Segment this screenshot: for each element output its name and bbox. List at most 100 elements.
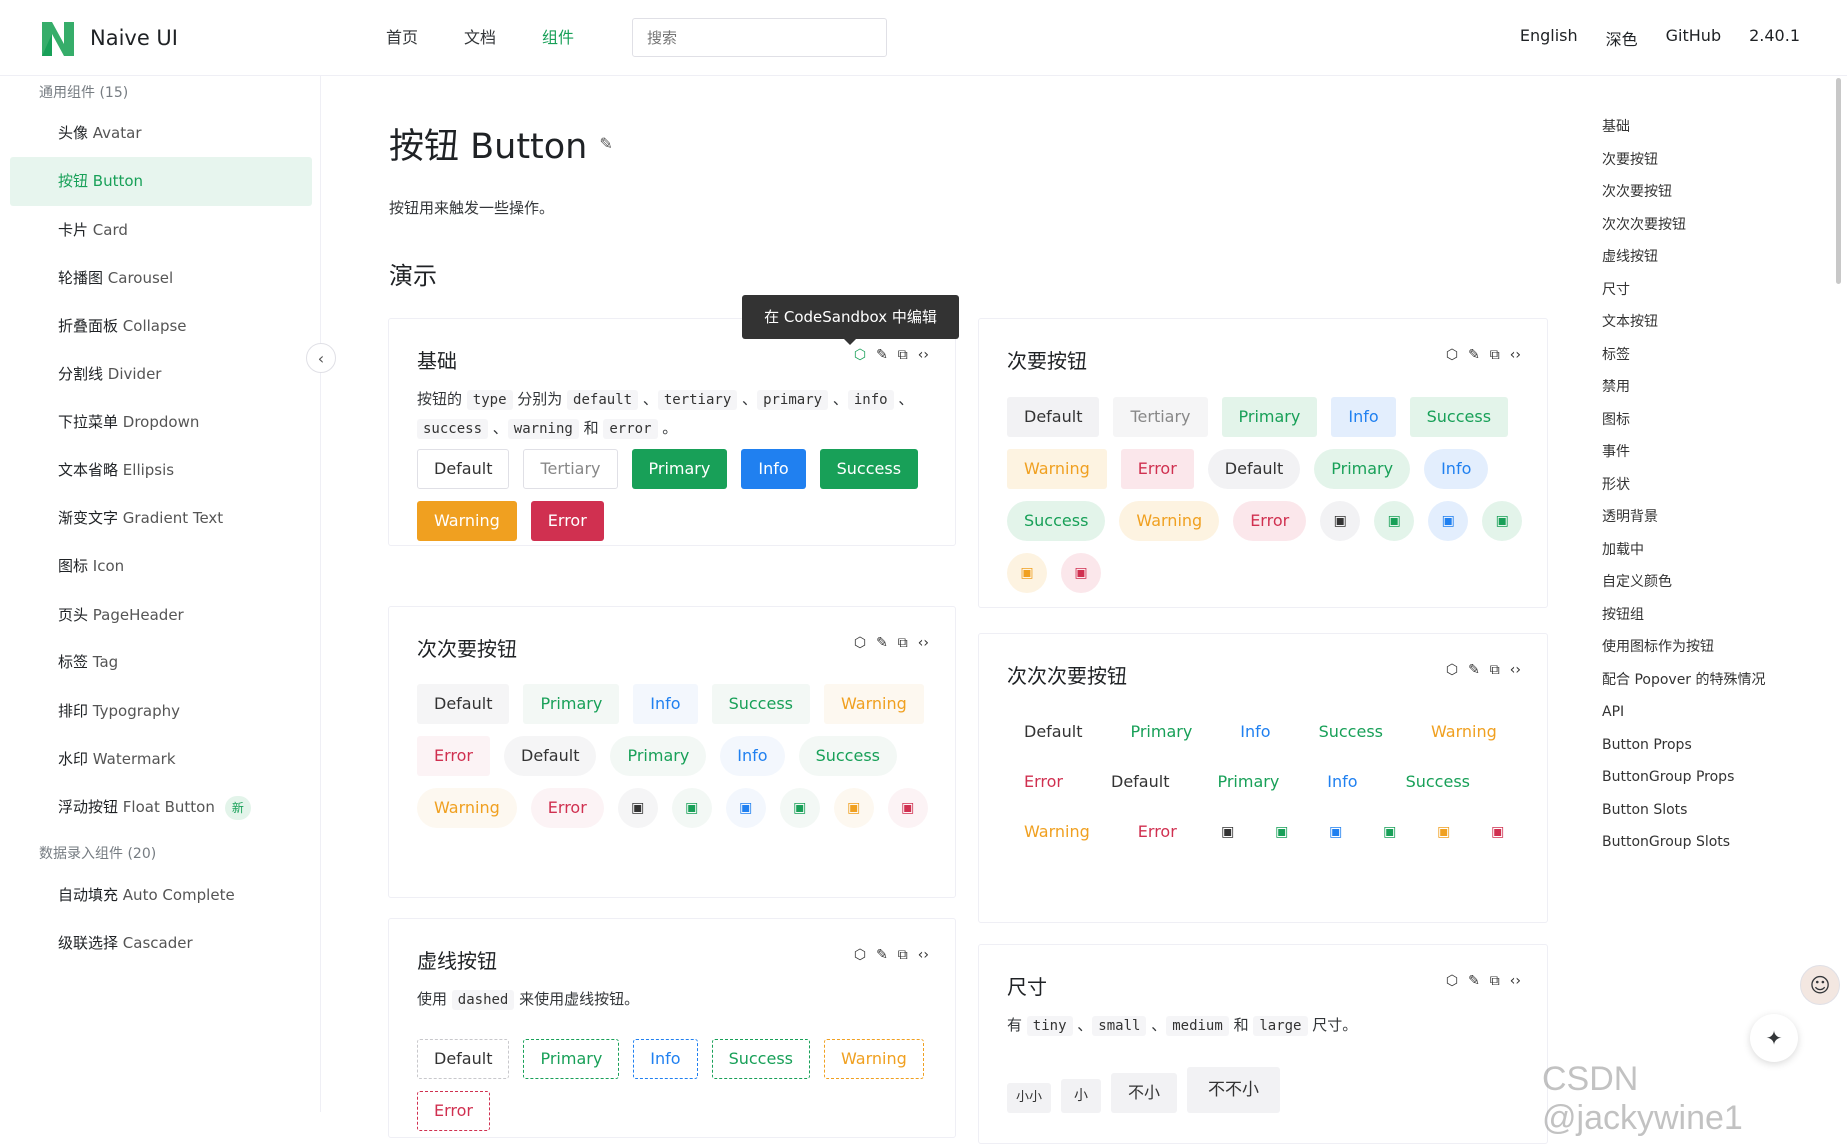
info-button[interactable]: Info (633, 684, 698, 724)
language-switch[interactable]: English (1520, 26, 1578, 50)
cube-icon[interactable]: ⬡ (1446, 662, 1458, 678)
warning-round-button[interactable]: Warning (1007, 812, 1107, 852)
error-button[interactable]: Error (1120, 449, 1194, 489)
tiny-button[interactable]: 小小 (1007, 1083, 1052, 1113)
sidebar-collapse-button[interactable]: ‹ (306, 343, 336, 373)
cash-icon[interactable]: ▣ (1320, 501, 1361, 541)
default-dashed-button[interactable]: Default (417, 1039, 510, 1079)
toc-item[interactable]: 加载中 (1602, 537, 1766, 570)
sidebar-item-float-button[interactable]: 浮动按钮 Float Button 新 (10, 783, 312, 832)
sidebar-item-collapse[interactable]: 折叠面板 Collapse (10, 302, 312, 351)
sidebar-item-ellipsis[interactable]: 文本省略 Ellipsis (10, 446, 312, 495)
info-round-button[interactable]: Info (720, 736, 785, 776)
code-icon[interactable]: ‹› (918, 635, 929, 651)
default-button[interactable]: Default (1007, 397, 1100, 437)
warning-button[interactable]: Warning (417, 501, 517, 541)
error-button[interactable]: Error (1007, 762, 1080, 802)
toc-item[interactable]: 文本按钮 (1602, 309, 1766, 342)
success-round-button[interactable]: Success (798, 736, 897, 776)
primary-round-button[interactable]: Primary (610, 736, 707, 776)
tertiary-button[interactable]: Tertiary (523, 449, 618, 489)
success-round-button[interactable]: Success (1389, 762, 1487, 802)
cash-icon[interactable]: ▣ (617, 788, 658, 828)
sidebar-item-avatar[interactable]: 头像 Avatar (10, 109, 312, 158)
code-icon[interactable]: ‹› (1510, 347, 1521, 363)
toc-item[interactable]: 虚线按钮 (1602, 244, 1766, 277)
edit-icon[interactable]: ✎ (1468, 662, 1480, 678)
cube-icon[interactable]: ⬡ (1446, 347, 1458, 363)
cash-icon[interactable]: ▣ (1424, 812, 1464, 852)
primary-button[interactable]: Primary (1113, 712, 1209, 752)
toc-item[interactable]: 形状 (1602, 472, 1766, 505)
cash-icon[interactable]: ▣ (725, 788, 766, 828)
toc-item[interactable]: 配合 Popover 的特殊情况 (1602, 667, 1766, 700)
cash-icon[interactable]: ▣ (1208, 812, 1248, 852)
edit-icon[interactable]: ✎ (876, 347, 888, 363)
cash-icon[interactable]: ▣ (1007, 553, 1047, 593)
nav-home[interactable]: 首页 (386, 24, 418, 48)
warning-button[interactable]: Warning (1007, 449, 1107, 489)
sidebar-item-typography[interactable]: 排印 Typography (10, 687, 312, 736)
copy-icon[interactable]: ⧉ (1490, 973, 1500, 989)
toc-item[interactable]: 次要按钮 (1602, 147, 1766, 180)
sidebar-item-button[interactable]: 按钮 Button (10, 157, 312, 206)
logo[interactable]: Naive UI (40, 18, 178, 58)
primary-dashed-button[interactable]: Primary (523, 1039, 620, 1079)
sidebar-item-card[interactable]: 卡片 Card (10, 206, 312, 255)
copy-icon[interactable]: ⧉ (898, 947, 908, 963)
toc-item[interactable]: 次次要按钮 (1602, 179, 1766, 212)
toc-item[interactable]: 透明背景 (1602, 504, 1766, 537)
default-button[interactable]: Default (417, 684, 510, 724)
toc-item[interactable]: 图标 (1602, 407, 1766, 440)
primary-button[interactable]: Primary (523, 684, 620, 724)
success-round-button[interactable]: Success (1007, 501, 1106, 541)
sidebar-item-icon[interactable]: 图标 Icon (10, 542, 312, 591)
info-button[interactable]: Info (1223, 712, 1287, 752)
cube-icon[interactable]: ⬡ (854, 347, 866, 363)
toc-item[interactable]: 自定义颜色 (1602, 569, 1766, 602)
toc-item[interactable]: ButtonGroup Props (1602, 764, 1766, 797)
code-icon[interactable]: ‹› (918, 947, 929, 963)
primary-button[interactable]: Primary (631, 449, 728, 489)
copy-icon[interactable]: ⧉ (898, 347, 908, 363)
toc-item[interactable]: 禁用 (1602, 374, 1766, 407)
error-round-button[interactable]: Error (530, 788, 604, 828)
warning-button[interactable]: Warning (1414, 712, 1514, 752)
cash-icon[interactable]: ▣ (1316, 812, 1356, 852)
error-round-button[interactable]: Error (1233, 501, 1307, 541)
cube-icon[interactable]: ⬡ (1446, 973, 1458, 989)
cash-icon[interactable]: ▣ (671, 788, 712, 828)
toc-item[interactable]: 尺寸 (1602, 277, 1766, 310)
warning-button[interactable]: Warning (823, 684, 924, 724)
github-link[interactable]: GitHub (1666, 26, 1721, 50)
sidebar-item-gradient-text[interactable]: 渐变文字 Gradient Text (10, 494, 312, 543)
default-button[interactable]: Default (1007, 712, 1099, 752)
edit-icon[interactable]: ✎ (876, 635, 888, 651)
theme-switch[interactable]: 深色 (1606, 26, 1638, 50)
cube-icon[interactable]: ⬡ (854, 947, 866, 963)
toc-item[interactable]: 事件 (1602, 439, 1766, 472)
info-dashed-button[interactable]: Info (633, 1039, 698, 1079)
cube-icon[interactable]: ⬡ (854, 635, 866, 651)
toc-item[interactable]: ButtonGroup Slots (1602, 829, 1766, 862)
default-round-button[interactable]: Default (1207, 449, 1301, 489)
avatar[interactable]: ☺ (1800, 965, 1840, 1005)
sidebar-item-cascader[interactable]: 级联选择 Cascader (10, 919, 312, 968)
error-button[interactable]: Error (530, 501, 604, 541)
primary-button[interactable]: Primary (1221, 397, 1318, 437)
cash-icon[interactable]: ▣ (779, 788, 820, 828)
code-icon[interactable]: ‹› (1510, 973, 1521, 989)
error-dashed-button[interactable]: Error (417, 1091, 490, 1131)
default-round-button[interactable]: Default (1094, 762, 1186, 802)
toc-item[interactable]: 使用图标作为按钮 (1602, 634, 1766, 667)
success-button[interactable]: Success (1409, 397, 1509, 437)
copy-icon[interactable]: ⧉ (1490, 662, 1500, 678)
primary-round-button[interactable]: Primary (1200, 762, 1296, 802)
toc-item[interactable]: Button Props (1602, 732, 1766, 765)
edit-icon[interactable]: ✎ (876, 947, 888, 963)
large-button[interactable]: 不不小 (1187, 1067, 1281, 1113)
small-button[interactable]: 小 (1061, 1079, 1102, 1113)
edit-icon[interactable]: ✎ (1468, 973, 1480, 989)
toc-item[interactable]: API (1602, 699, 1766, 732)
cash-icon[interactable]: ▣ (1428, 501, 1469, 541)
